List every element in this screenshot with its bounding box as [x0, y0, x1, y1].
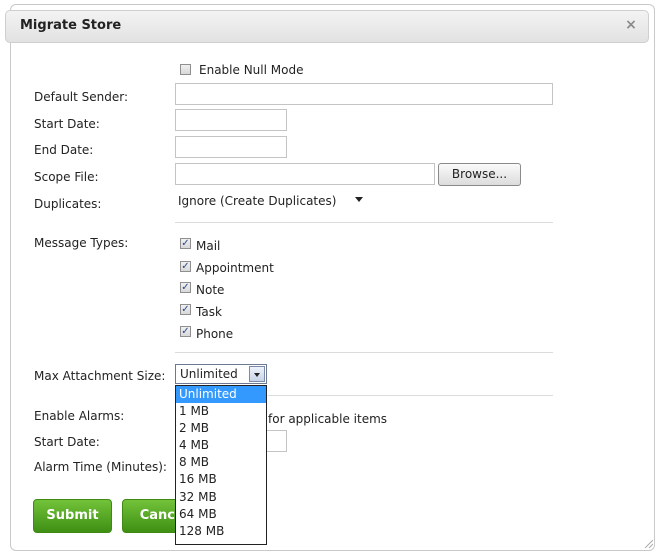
option-4mb[interactable]: 4 MB [176, 437, 266, 454]
option-64mb[interactable]: 64 MB [176, 506, 266, 523]
note-checkbox[interactable]: ✓ [180, 282, 191, 293]
enable-alarms-label: Enable Alarms: [34, 409, 125, 423]
scope-file-label: Scope File: [34, 170, 99, 184]
chevron-down-icon [254, 373, 260, 377]
end-date-input[interactable] [175, 136, 287, 158]
submit-button[interactable]: Submit [33, 499, 112, 533]
appointment-label: Appointment [196, 261, 274, 275]
default-sender-label: Default Sender: [34, 90, 129, 104]
duplicates-select[interactable]: Ignore (Create Duplicates) [175, 191, 367, 213]
enable-alarms-text: for applicable items [268, 412, 388, 426]
mail-label: Mail [196, 239, 221, 253]
option-1mb[interactable]: 1 MB [176, 403, 266, 420]
divider [268, 395, 553, 396]
null-mode-checkbox[interactable] [180, 64, 191, 75]
option-16mb[interactable]: 16 MB [176, 471, 266, 488]
resize-grip-icon[interactable] [643, 538, 653, 548]
max-attachment-selected-value: Unlimited [180, 367, 238, 381]
null-mode-label: Enable Null Mode [199, 63, 304, 77]
appointment-checkbox[interactable]: ✓ [180, 261, 191, 272]
option-32mb[interactable]: 32 MB [176, 489, 266, 506]
option-128mb[interactable]: 128 MB [176, 523, 266, 540]
option-unlimited[interactable]: Unlimited [176, 386, 266, 404]
end-date-label: End Date: [34, 143, 94, 157]
max-attachment-size-dropdown-list[interactable]: Unlimited 1 MB 2 MB 4 MB 8 MB 16 MB 32 M… [175, 385, 267, 545]
max-attachment-size-select[interactable]: Unlimited [175, 364, 267, 384]
max-attachment-size-label: Max Attachment Size: [34, 369, 166, 383]
duplicates-selected-value: Ignore (Create Duplicates) [178, 194, 337, 208]
browse-button[interactable]: Browse... [438, 163, 521, 186]
message-types-label: Message Types: [34, 236, 129, 250]
alarm-start-date-label: Start Date: [34, 435, 100, 449]
divider [175, 352, 553, 353]
task-checkbox[interactable]: ✓ [180, 304, 191, 315]
duplicates-label: Duplicates: [34, 197, 102, 211]
mail-checkbox[interactable]: ✓ [180, 238, 191, 249]
start-date-label: Start Date: [34, 117, 100, 131]
scope-file-input[interactable] [175, 163, 435, 185]
close-icon[interactable]: × [622, 16, 640, 34]
default-sender-input[interactable] [175, 83, 553, 105]
alarm-time-label: Alarm Time (Minutes): [34, 460, 167, 474]
divider [175, 222, 553, 223]
option-8mb[interactable]: 8 MB [176, 454, 266, 471]
phone-checkbox[interactable]: ✓ [180, 326, 191, 337]
dropdown-arrow-button[interactable] [249, 366, 265, 382]
dialog-title: Migrate Store [20, 18, 122, 33]
note-label: Note [196, 283, 225, 297]
chevron-down-icon [355, 197, 363, 202]
phone-label: Phone [196, 327, 234, 341]
dialog-titlebar: Migrate Store × [5, 10, 649, 43]
task-label: Task [196, 305, 222, 319]
start-date-input[interactable] [175, 109, 287, 131]
option-2mb[interactable]: 2 MB [176, 420, 266, 437]
